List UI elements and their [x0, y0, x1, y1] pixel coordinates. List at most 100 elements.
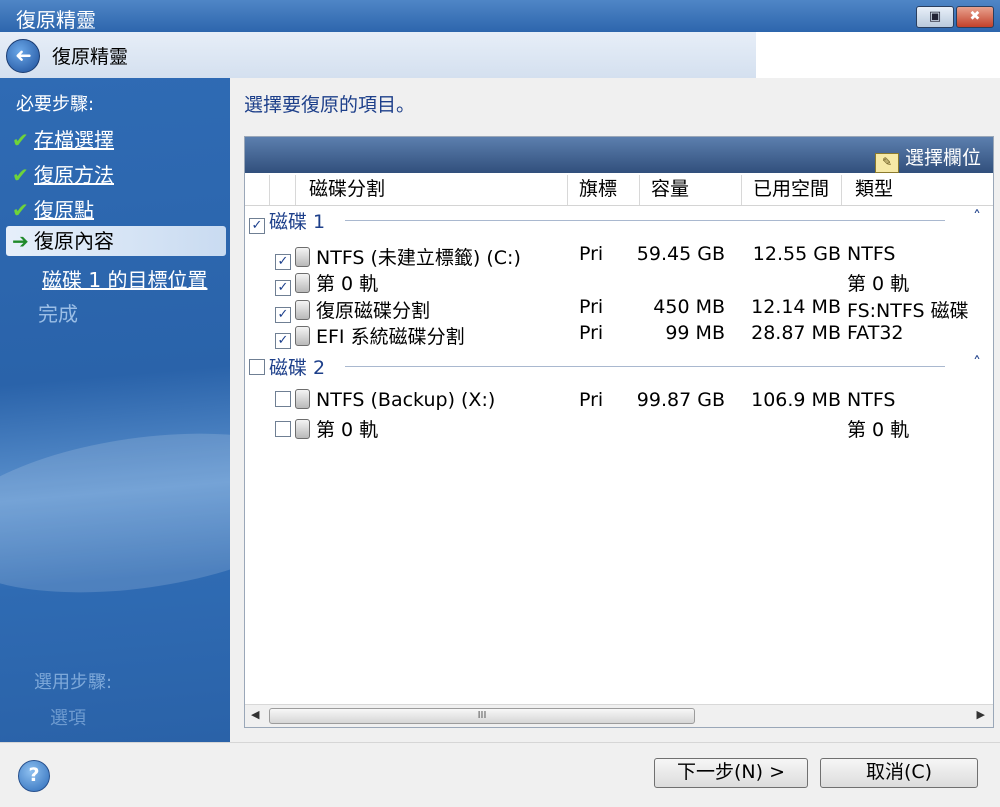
column-header-partition[interactable]: 磁碟分割 [295, 175, 568, 205]
sidebar-step-disk1-destination[interactable]: 磁碟 1 的目標位置 [42, 264, 207, 293]
row-used: 12.55 GB [752, 243, 841, 265]
column-header-blank [269, 175, 296, 205]
table-row[interactable]: ✓ 復原磁碟分割 Pri 450 MB 12.14 MB FS:NTFS 磁碟 [245, 296, 993, 323]
row-name: EFI 系統磁碟分割 [316, 326, 465, 348]
column-header-used-space[interactable]: 已用空間 [741, 175, 842, 205]
row-flag: Pri [579, 243, 604, 265]
row-type: 第 0 軌 [847, 419, 910, 441]
table-row[interactable]: NTFS (Backup) (X:) Pri 99.87 GB 106.9 MB… [245, 389, 993, 415]
sidebar-header: 必要步驟: [16, 94, 95, 115]
row-used: 106.9 MB [751, 389, 841, 411]
sidebar-step-options: 選項 [50, 708, 86, 729]
close-button[interactable]: ✖ [956, 6, 994, 28]
table-row[interactable]: ✓ NTFS (未建立標籤) (C:) Pri 59.45 GB 12.55 GB… [245, 243, 993, 270]
footer-bar: ? 下一步(N) > 取消(C) [0, 742, 1000, 807]
sidebar-step-label: 復原內容 [34, 229, 114, 253]
row-flag: Pri [579, 389, 604, 411]
edit-columns-icon: ✎ [874, 153, 899, 173]
column-header-blank [245, 175, 270, 205]
check-icon: ✔ [12, 163, 29, 187]
group-divider [345, 220, 945, 221]
column-header-flags[interactable]: 旗標 [567, 175, 640, 205]
table-row[interactable]: ✓ 第 0 軌 第 0 軌 [245, 269, 993, 296]
collapse-caret-icon[interactable]: ˄ [973, 207, 981, 226]
row-checkbox[interactable]: ✓ [275, 307, 291, 323]
collapse-caret-icon[interactable]: ˄ [973, 353, 981, 372]
row-capacity: 59.45 GB [636, 243, 725, 265]
column-header-type[interactable]: 類型 [841, 175, 993, 205]
column-header-row: 磁碟分割 旗標 容量 已用空間 類型 [245, 175, 993, 206]
sidebar-step-archive-selection[interactable]: ✔ 存檔選擇 [12, 124, 114, 153]
row-checkbox[interactable] [275, 391, 291, 407]
row-used: 28.87 MB [751, 322, 841, 344]
disk-icon [295, 247, 310, 267]
scroll-left-icon[interactable]: ◀ [251, 708, 259, 721]
check-icon: ✔ [12, 128, 29, 152]
row-name: NTFS (Backup) (X:) [316, 389, 496, 411]
scrollbar-thumb[interactable]: III [269, 708, 695, 724]
sidebar-step-label: 存檔選擇 [34, 128, 114, 152]
disk-icon [295, 273, 310, 293]
row-type: NTFS [847, 243, 896, 265]
table-row[interactable]: 第 0 軌 第 0 軌 [245, 415, 993, 441]
row-type: FS:NTFS 磁碟 [847, 300, 969, 322]
sidebar-step-finish: 完成 [38, 298, 78, 327]
restore-button[interactable]: ▣ [916, 6, 954, 28]
row-capacity: 99 MB [665, 322, 725, 344]
sidebar: 必要步驟: ✔ 存檔選擇 ✔ 復原方法 ✔ 復原點 ➔ 復原內容 磁碟 1 的目標位置 … [0, 78, 230, 742]
column-header-capacity[interactable]: 容量 [639, 175, 742, 205]
nav-title: 復原精靈 [52, 46, 129, 68]
row-type: FAT32 [847, 322, 904, 344]
sidebar-step-recovery-method[interactable]: ✔ 復原方法 [12, 159, 114, 188]
page-prompt: 選擇要復原的項目。 [244, 94, 416, 116]
next-button[interactable]: 下一步(N) > [654, 758, 808, 788]
optional-steps-header: 選用步驟: [34, 672, 113, 693]
choose-columns-button[interactable]: ✎ 選擇欄位 [874, 143, 981, 173]
row-type: NTFS [847, 389, 896, 411]
check-icon: ✔ [12, 198, 29, 222]
disk-icon [295, 389, 310, 409]
row-checkbox[interactable]: ✓ [275, 333, 291, 349]
row-name: 第 0 軌 [316, 419, 379, 441]
panel-header: ✎ 選擇欄位 [245, 137, 993, 173]
row-name: 復原磁碟分割 [316, 300, 431, 322]
sidebar-wave-decoration [0, 410, 230, 616]
disk-icon [295, 326, 310, 346]
choose-columns-label: 選擇欄位 [904, 147, 981, 169]
row-flag: Pri [579, 322, 604, 344]
main-content: 選擇要復原的項目。 ✎ 選擇欄位 磁碟分割 旗標 容量 已用空間 類型 ✓ 磁碟 1 [230, 78, 1000, 742]
cancel-button[interactable]: 取消(C) [820, 758, 978, 788]
sidebar-step-label: 復原點 [34, 198, 94, 222]
row-used: 12.14 MB [751, 296, 841, 318]
row-name: 第 0 軌 [316, 273, 379, 295]
title-bar: 復原精靈 ▣ ✖ [0, 0, 1000, 32]
row-checkbox[interactable]: ✓ [275, 254, 291, 270]
table-row[interactable]: ✓ EFI 系統磁碟分割 Pri 99 MB 28.87 MB FAT32 [245, 322, 993, 349]
disk-group-header[interactable]: ✓ 磁碟 1 ˄ [249, 207, 989, 234]
row-type: 第 0 軌 [847, 273, 910, 295]
sidebar-step-recovery-content[interactable]: ➔ 復原內容 [6, 226, 226, 256]
partition-list-panel: ✎ 選擇欄位 磁碟分割 旗標 容量 已用空間 類型 ✓ 磁碟 1 ˄ ✓ NTFS (… [244, 136, 994, 728]
sidebar-step-recovery-point[interactable]: ✔ 復原點 [12, 194, 94, 223]
sidebar-step-label: 完成 [38, 302, 78, 326]
row-capacity: 450 MB [653, 296, 725, 318]
row-checkbox[interactable]: ✓ [275, 280, 291, 296]
row-name: NTFS (未建立標籤) (C:) [316, 247, 521, 269]
disk-icon [295, 300, 310, 320]
disk-icon [295, 419, 310, 439]
back-button[interactable]: ➜ [6, 39, 40, 73]
disk-label: 磁碟 1 [269, 211, 326, 233]
back-arrow-icon: ➜ [14, 43, 32, 67]
sidebar-step-label: 復原方法 [34, 163, 114, 187]
recovery-wizard-window: 復原精靈 ▣ ✖ ➜ 復原精靈 必要步驟: ✔ 存檔選擇 ✔ 復原方法 ✔ 復原點 ➔… [0, 0, 1000, 807]
row-capacity: 99.87 GB [636, 389, 725, 411]
disk-group-header[interactable]: 磁碟 2 ˄ [249, 353, 989, 379]
disk-checkbox[interactable] [249, 359, 265, 375]
row-flag: Pri [579, 296, 604, 318]
row-checkbox[interactable] [275, 421, 291, 437]
disk-checkbox[interactable]: ✓ [249, 218, 265, 234]
window-title: 復原精靈 [16, 8, 96, 32]
horizontal-scrollbar[interactable]: ◀ III ▶ [245, 704, 993, 727]
help-button[interactable]: ? [18, 760, 50, 792]
scroll-right-icon[interactable]: ▶ [977, 708, 985, 721]
